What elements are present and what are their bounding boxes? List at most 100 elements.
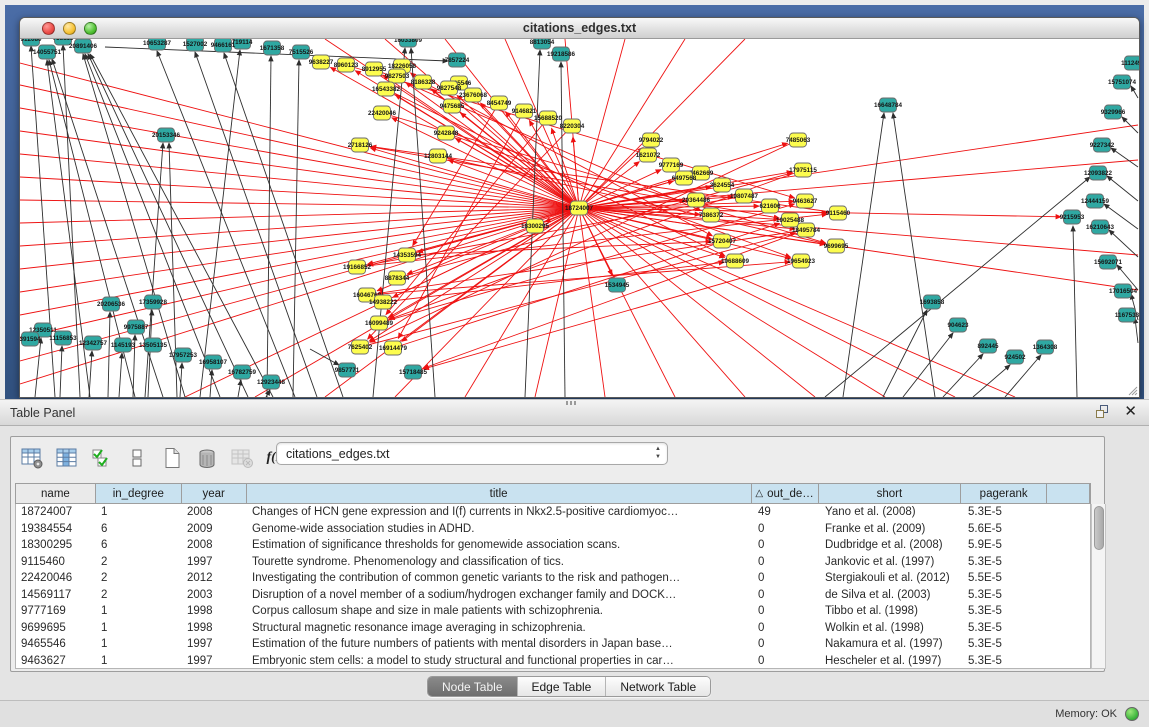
table-cell[interactable]: 9777169 bbox=[16, 603, 96, 620]
table-row[interactable]: 1938455462009Genome-wide association stu… bbox=[16, 521, 1090, 538]
table-cell[interactable]: 0 bbox=[753, 603, 820, 620]
table-cell[interactable]: Tourette syndrome. Phenomenology and cla… bbox=[247, 554, 753, 571]
table-cell[interactable]: 6 bbox=[96, 537, 182, 554]
table-cell[interactable]: 1 bbox=[96, 504, 182, 521]
table-cell[interactable]: Jankovic et al. (1997) bbox=[820, 554, 963, 571]
rows-icon[interactable] bbox=[124, 445, 150, 471]
table-cell[interactable]: Franke et al. (2009) bbox=[820, 521, 963, 538]
table-cell[interactable]: 9463627 bbox=[16, 653, 96, 670]
table-cell[interactable]: 2 bbox=[96, 554, 182, 571]
memory-status-indicator[interactable] bbox=[1125, 707, 1139, 721]
table-cell[interactable]: 6 bbox=[96, 521, 182, 538]
table-cell[interactable]: Yano et al. (2008) bbox=[820, 504, 963, 521]
select-columns-icon[interactable] bbox=[54, 445, 80, 471]
table-cell[interactable]: 5.6E-5 bbox=[963, 521, 1049, 538]
table-cell[interactable]: 9115460 bbox=[16, 554, 96, 571]
table-cell[interactable]: 5.3E-5 bbox=[963, 504, 1049, 521]
table-cell[interactable]: 5.9E-5 bbox=[963, 537, 1049, 554]
table-cell[interactable]: Stergiakouli et al. (2012) bbox=[820, 570, 963, 587]
table-row[interactable]: 977716911998Corpus callosum shape and si… bbox=[16, 603, 1090, 620]
table-cell[interactable]: Genome-wide association studies in ADHD. bbox=[247, 521, 753, 538]
column-header-year[interactable]: year bbox=[182, 484, 247, 503]
table-cell[interactable]: 18300295 bbox=[16, 537, 96, 554]
table-cell[interactable]: 0 bbox=[753, 554, 820, 571]
table-cell[interactable]: 0 bbox=[753, 653, 820, 670]
table-cell[interactable]: 19384554 bbox=[16, 521, 96, 538]
table-cell[interactable]: Tibbo et al. (1998) bbox=[820, 603, 963, 620]
tab-network-table[interactable]: Network Table bbox=[606, 677, 710, 696]
table-cell[interactable]: 0 bbox=[753, 636, 820, 653]
table-cell[interactable]: 5.5E-5 bbox=[963, 570, 1049, 587]
network-window[interactable]: citations_edges.txt 18724007183002958960… bbox=[19, 17, 1140, 398]
table-cell[interactable]: 5.3E-5 bbox=[963, 636, 1049, 653]
table-cell[interactable]: 2008 bbox=[182, 504, 247, 521]
close-panel-icon[interactable]: ✕ bbox=[1124, 405, 1137, 419]
panel-resize-grip[interactable] bbox=[566, 401, 576, 405]
table-cell[interactable]: Wolkin et al. (1998) bbox=[820, 620, 963, 637]
table-cell[interactable]: Changes of HCN gene expression and I(f) … bbox=[247, 504, 753, 521]
table-cell[interactable]: Dudbridge et al. (2008) bbox=[820, 537, 963, 554]
table-cell[interactable]: 1997 bbox=[182, 653, 247, 670]
table-row[interactable]: 1830029562008Estimation of significance … bbox=[16, 537, 1090, 554]
table-cell[interactable]: Estimation of the future numbers of pati… bbox=[247, 636, 753, 653]
network-graph[interactable]: 1872400718300295896012389129559638227182… bbox=[20, 39, 1139, 397]
column-header-filler[interactable] bbox=[1047, 484, 1090, 503]
table-cell[interactable]: 14569117 bbox=[16, 587, 96, 604]
table-settings-icon[interactable] bbox=[19, 445, 45, 471]
table-cell[interactable]: 5.3E-5 bbox=[963, 653, 1049, 670]
column-header-out_de…[interactable]: △out_de… bbox=[752, 484, 819, 503]
table-row[interactable]: 2242004622012Investigating the contribut… bbox=[16, 570, 1090, 587]
table-cell[interactable]: 0 bbox=[753, 521, 820, 538]
tab-node-table[interactable]: Node Table bbox=[428, 677, 518, 696]
table-cell[interactable]: Embryonic stem cells: a model to study s… bbox=[247, 653, 753, 670]
delete-icon[interactable] bbox=[194, 445, 220, 471]
table-cell[interactable]: Nakamura et al. (1997) bbox=[820, 636, 963, 653]
table-cell[interactable]: 1997 bbox=[182, 554, 247, 571]
table-cell[interactable]: 5.3E-5 bbox=[963, 620, 1049, 637]
table-cell[interactable]: Structural magnetic resonance image aver… bbox=[247, 620, 753, 637]
table-cell[interactable]: Hescheler et al. (1997) bbox=[820, 653, 963, 670]
table-row[interactable]: 946362711997Embryonic stem cells: a mode… bbox=[16, 653, 1090, 670]
float-panel-icon[interactable] bbox=[1096, 405, 1110, 419]
table-cell[interactable]: 18724007 bbox=[16, 504, 96, 521]
tab-edge-table[interactable]: Edge Table bbox=[518, 677, 607, 696]
canvas-resize-grip[interactable] bbox=[1135, 393, 1137, 395]
column-header-title[interactable]: title bbox=[247, 484, 752, 503]
table-cell[interactable]: 0 bbox=[753, 620, 820, 637]
table-selector-combo[interactable]: citations_edges.txt ▲▼ bbox=[276, 442, 668, 465]
table-row[interactable]: 946554611997Estimation of the future num… bbox=[16, 636, 1090, 653]
import-table-disabled-icon[interactable] bbox=[229, 445, 255, 471]
table-cell[interactable]: 1998 bbox=[182, 603, 247, 620]
table-cell[interactable]: 1 bbox=[96, 620, 182, 637]
table-cell[interactable]: 1998 bbox=[182, 620, 247, 637]
table-cell[interactable]: 2 bbox=[96, 587, 182, 604]
table-cell[interactable]: 2012 bbox=[182, 570, 247, 587]
table-cell[interactable]: 1 bbox=[96, 636, 182, 653]
table-cell[interactable]: de Silva et al. (2003) bbox=[820, 587, 963, 604]
table-cell[interactable]: 5.3E-5 bbox=[963, 603, 1049, 620]
table-row[interactable]: 1872400712008Changes of HCN gene express… bbox=[16, 504, 1090, 521]
table-cell[interactable]: Disruption of a novel member of a sodium… bbox=[247, 587, 753, 604]
table-cell[interactable]: Corpus callosum shape and size in male p… bbox=[247, 603, 753, 620]
table-row[interactable]: 969969511998Structural magnetic resonanc… bbox=[16, 620, 1090, 637]
column-header-pagerank[interactable]: pagerank bbox=[961, 484, 1047, 503]
new-document-icon[interactable] bbox=[159, 445, 185, 471]
table-cell[interactable]: 1 bbox=[96, 603, 182, 620]
table-cell[interactable]: 49 bbox=[753, 504, 820, 521]
table-cell[interactable]: 1997 bbox=[182, 636, 247, 653]
select-attributes-checklist-icon[interactable] bbox=[89, 445, 115, 471]
column-header-in_degree[interactable]: in_degree bbox=[96, 484, 182, 503]
table-cell[interactable]: 2 bbox=[96, 570, 182, 587]
table-cell[interactable]: 9465546 bbox=[16, 636, 96, 653]
table-cell[interactable]: 0 bbox=[753, 537, 820, 554]
table-cell[interactable]: 1 bbox=[96, 653, 182, 670]
column-header-short[interactable]: short bbox=[819, 484, 962, 503]
network-canvas[interactable]: 1872400718300295896012389129559638227182… bbox=[20, 39, 1139, 397]
table-cell[interactable]: Investigating the contribution of common… bbox=[247, 570, 753, 587]
vertical-scrollbar[interactable] bbox=[1091, 504, 1106, 669]
table-row[interactable]: 1456911722003Disruption of a novel membe… bbox=[16, 587, 1090, 604]
table-cell[interactable]: 5.3E-5 bbox=[963, 587, 1049, 604]
column-header-name[interactable]: name bbox=[16, 484, 96, 503]
table-cell[interactable]: 5.3E-5 bbox=[963, 554, 1049, 571]
table-cell[interactable]: 2008 bbox=[182, 537, 247, 554]
